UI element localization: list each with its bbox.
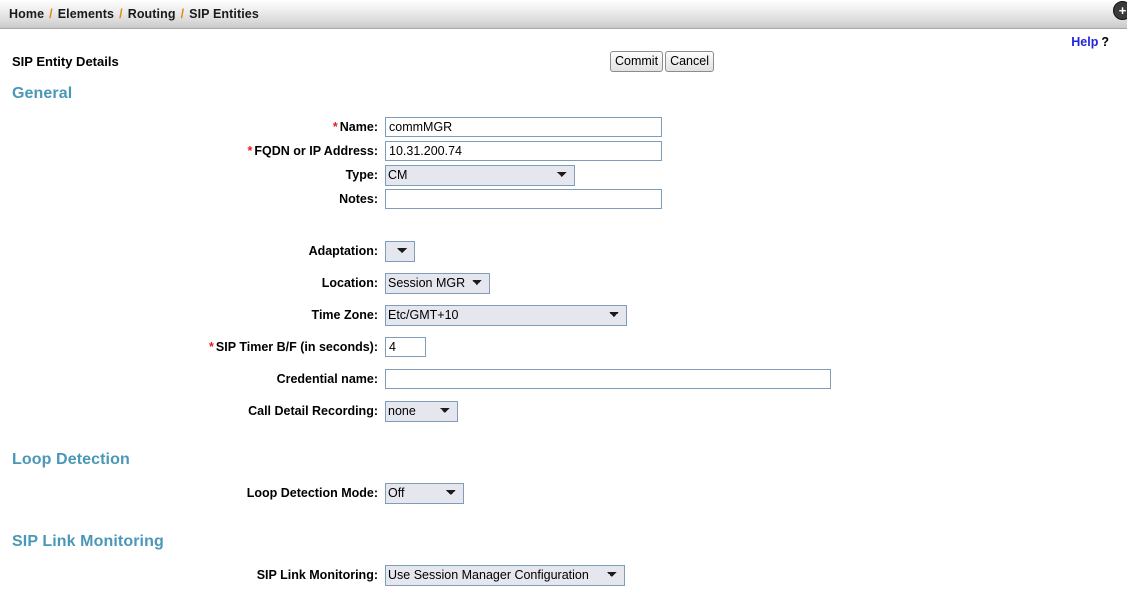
field-location: Session MGR (385, 272, 490, 294)
field-time-zone: Etc/GMT+10 (385, 304, 627, 326)
field-adaptation (385, 240, 415, 262)
breadcrumb-item-home[interactable]: Home (9, 7, 44, 21)
required-marker: * (247, 144, 253, 158)
breadcrumb-separator: / (49, 7, 53, 21)
label-call-detail-recording: Call Detail Recording: (248, 404, 378, 418)
notes-input[interactable] (385, 189, 662, 209)
fqdn-or-ip-address-input[interactable] (385, 141, 662, 161)
label-location: Location: (321, 276, 378, 290)
label-name: * Name: (332, 120, 378, 134)
field-sip-timer (385, 337, 426, 357)
sip-timer-bf-input[interactable] (385, 337, 426, 357)
page-header: SIP Entity Details Commit Cancel (0, 51, 1127, 77)
field-fqdn (385, 141, 662, 161)
label-sip-timer: * SIP Timer B/F (in seconds): (209, 340, 378, 354)
type-select[interactable]: CM (385, 164, 575, 186)
form-action-buttons: Commit Cancel (610, 51, 714, 72)
help-question-icon[interactable]: ? (1101, 35, 1109, 49)
label-notes: Notes: (339, 192, 378, 206)
breadcrumb-item-routing[interactable]: Routing (128, 7, 176, 21)
field-row-sip-timer: * SIP Timer B/F (in seconds): (0, 335, 1127, 359)
help-wrap: Help? (1071, 35, 1109, 49)
field-row-name: * Name: (0, 115, 1127, 139)
section-heading-sip-link-monitoring: SIP Link Monitoring (12, 533, 164, 550)
field-row-fqdn: * FQDN or IP Address: (0, 139, 1127, 163)
section-heading-general: General (12, 85, 73, 102)
add-circle-icon[interactable]: + (1113, 1, 1127, 20)
location-select[interactable]: Session MGR (385, 272, 490, 294)
label-type: Type: (345, 168, 378, 182)
call-detail-recording-select[interactable]: none (385, 400, 458, 422)
field-sip-link-monitoring: Use Session Manager Configuration (385, 564, 625, 586)
field-credential-name (385, 369, 831, 389)
field-row-time-zone: Time Zone: Etc/GMT+10 (0, 303, 1127, 327)
help-link[interactable]: Help (1071, 35, 1098, 49)
required-marker: * (332, 120, 338, 134)
label-fqdn: * FQDN or IP Address: (247, 144, 378, 158)
commit-button[interactable]: Commit (610, 51, 664, 72)
section-heading-loop-detection: Loop Detection (12, 451, 130, 468)
loop-detection-mode-select[interactable]: Off (385, 482, 464, 504)
breadcrumb-item-elements[interactable]: Elements (58, 7, 114, 21)
help-row: Help? (0, 29, 1127, 51)
field-row-credential-name: Credential name: (0, 367, 1127, 391)
credential-name-input[interactable] (385, 369, 831, 389)
label-adaptation: Adaptation: (308, 244, 378, 258)
required-marker: * (209, 340, 214, 354)
label-credential-name: Credential name: (276, 372, 378, 386)
label-loop-detection-mode: Loop Detection Mode: (246, 486, 378, 500)
page-title: SIP Entity Details (12, 54, 119, 69)
field-name (385, 117, 662, 137)
adaptation-select[interactable] (385, 240, 415, 262)
field-row-adaptation: Adaptation: (0, 239, 1127, 263)
breadcrumb-separator: / (119, 7, 123, 21)
field-row-sip-link-monitoring: SIP Link Monitoring: Use Session Manager… (0, 563, 1127, 587)
field-row-type: Type: CM (0, 163, 1127, 187)
field-loop-detection-mode: Off (385, 482, 464, 504)
breadcrumb-separator: / (180, 7, 185, 21)
field-row-notes: Notes: (0, 187, 1127, 211)
time-zone-select[interactable]: Etc/GMT+10 (385, 304, 627, 326)
field-notes (385, 189, 662, 209)
label-time-zone: Time Zone: (311, 308, 378, 322)
breadcrumb-bar: Home / Elements / Routing / SIP Entities… (0, 0, 1127, 29)
field-row-loop-detection-mode: Loop Detection Mode: Off (0, 481, 1127, 505)
cancel-button[interactable]: Cancel (665, 51, 714, 72)
field-row-call-detail-recording: Call Detail Recording: none (0, 399, 1127, 423)
name-input[interactable] (385, 117, 662, 137)
field-type: CM (385, 164, 575, 186)
breadcrumb-item-sip-entities[interactable]: SIP Entities (189, 7, 259, 21)
label-sip-link-monitoring: SIP Link Monitoring: (256, 568, 378, 582)
field-call-detail-recording: none (385, 400, 458, 422)
sip-link-monitoring-select[interactable]: Use Session Manager Configuration (385, 564, 625, 586)
breadcrumb: Home / Elements / Routing / SIP Entities (9, 7, 259, 21)
field-row-location: Location: Session MGR (0, 271, 1127, 295)
